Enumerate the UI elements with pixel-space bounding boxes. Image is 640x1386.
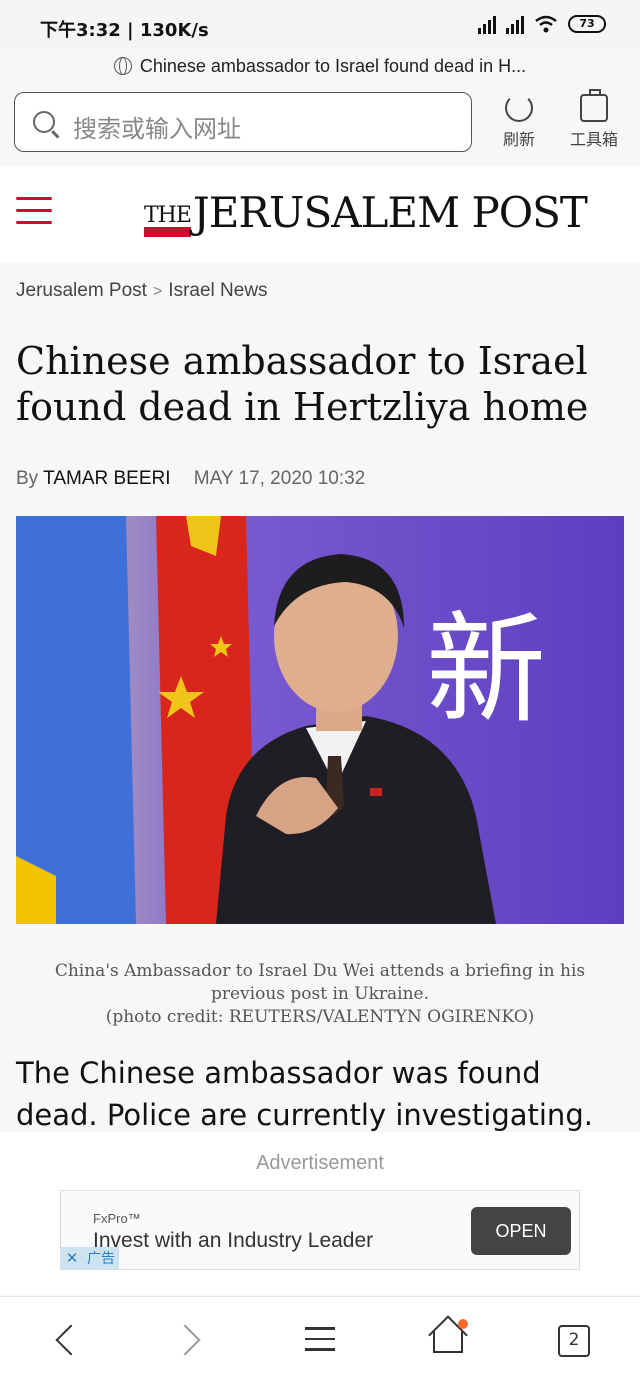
signal-icon bbox=[506, 14, 524, 34]
back-button[interactable] bbox=[44, 1319, 88, 1363]
headline: Chinese ambassador to Israel found dead … bbox=[16, 339, 589, 429]
page-title: Chinese ambassador to Israel found dead … bbox=[139, 55, 527, 76]
ad-banner[interactable]: FxPro™ Invest with an Industry Leader OP… bbox=[60, 1190, 580, 1270]
refresh-label: 刷新 bbox=[502, 130, 535, 149]
site-logo[interactable]: THE JERUSALEM POST bbox=[144, 188, 588, 237]
site-header: THE JERUSALEM POST bbox=[0, 166, 640, 262]
ad-label: Advertisement bbox=[256, 1152, 384, 1174]
bottom-nav: 2 bbox=[0, 1296, 640, 1386]
search-icon bbox=[33, 111, 55, 133]
article-photo: 新 bbox=[16, 516, 624, 924]
caption-text: China's Ambassador to Israel Du Wei atte… bbox=[54, 961, 586, 1004]
article: Jerusalem Post > Israel News Chinese ambas… bbox=[0, 262, 640, 1132]
photo-credit: (photo credit: REUTERS/VALENTYN OGIRENKO… bbox=[105, 1007, 535, 1027]
author-link[interactable]: TAMAR BEERI bbox=[43, 468, 170, 489]
close-icon: ✕ bbox=[65, 1249, 79, 1267]
search-input[interactable]: 搜索或输入网址 bbox=[14, 92, 472, 152]
back-icon bbox=[55, 1324, 87, 1356]
toolbox-icon bbox=[580, 89, 608, 122]
ad-section: Advertisement FxPro™ Invest with an Indu… bbox=[0, 1132, 640, 1294]
status-time-speed: 下午3:32 | 130K/s bbox=[40, 20, 209, 41]
breadcrumb-separator: > bbox=[152, 283, 163, 300]
article-lede: The Chinese ambassador was found dead. P… bbox=[16, 1056, 593, 1132]
home-button[interactable] bbox=[426, 1315, 470, 1363]
address-bar-row: 搜索或输入网址 刷新 工具箱 bbox=[0, 88, 640, 158]
ad-open-button[interactable]: OPEN bbox=[471, 1207, 571, 1255]
page-title-bar[interactable]: Chinese ambassador to Israel found dead … bbox=[0, 52, 640, 80]
status-bar: 下午3:32 | 130K/s 73 bbox=[0, 0, 640, 50]
hd-signal-icon bbox=[478, 14, 496, 34]
menu-icon[interactable] bbox=[16, 197, 52, 227]
by-prefix: By bbox=[16, 468, 39, 489]
banner-character: 新 bbox=[426, 601, 546, 740]
toolbox-label: 工具箱 bbox=[569, 130, 618, 149]
photo-caption: China's Ambassador to Israel Du Wei atte… bbox=[16, 960, 624, 1029]
globe-icon bbox=[113, 57, 132, 75]
ad-close-button[interactable]: ✕ 广告 bbox=[61, 1247, 119, 1269]
menu-button[interactable] bbox=[298, 1319, 342, 1363]
ambassador-photo: 新 bbox=[16, 516, 624, 924]
battery-icon: 73 bbox=[568, 15, 606, 33]
ad-text: Invest with an Industry Leader bbox=[93, 1229, 374, 1252]
refresh-icon bbox=[505, 94, 533, 122]
search-placeholder: 搜索或输入网址 bbox=[73, 115, 241, 143]
forward-icon bbox=[169, 1324, 201, 1356]
ad-brand: FxPro™ bbox=[93, 1211, 141, 1226]
publish-date: MAY 17, 2020 10:32 bbox=[193, 468, 366, 489]
logo-name: JERUSALEM POST bbox=[192, 188, 588, 237]
tab-count: 2 bbox=[558, 1325, 590, 1357]
byline: By TAMAR BEERI MAY 17, 2020 10:32 bbox=[16, 468, 365, 490]
tabs-button[interactable]: 2 bbox=[552, 1319, 596, 1363]
toolbox-button[interactable]: 工具箱 bbox=[562, 89, 626, 150]
breadcrumb-section[interactable]: Israel News bbox=[168, 280, 267, 301]
ad-tag: 广告 bbox=[87, 1251, 115, 1267]
logo-the: THE bbox=[144, 205, 192, 237]
refresh-button[interactable]: 刷新 bbox=[487, 90, 551, 150]
breadcrumb-home[interactable]: Jerusalem Post bbox=[16, 280, 147, 301]
forward-button[interactable] bbox=[169, 1319, 214, 1363]
wifi-icon bbox=[535, 15, 557, 33]
notification-dot bbox=[458, 1319, 468, 1329]
breadcrumb: Jerusalem Post > Israel News bbox=[16, 280, 268, 302]
status-icons: 73 bbox=[478, 14, 606, 34]
